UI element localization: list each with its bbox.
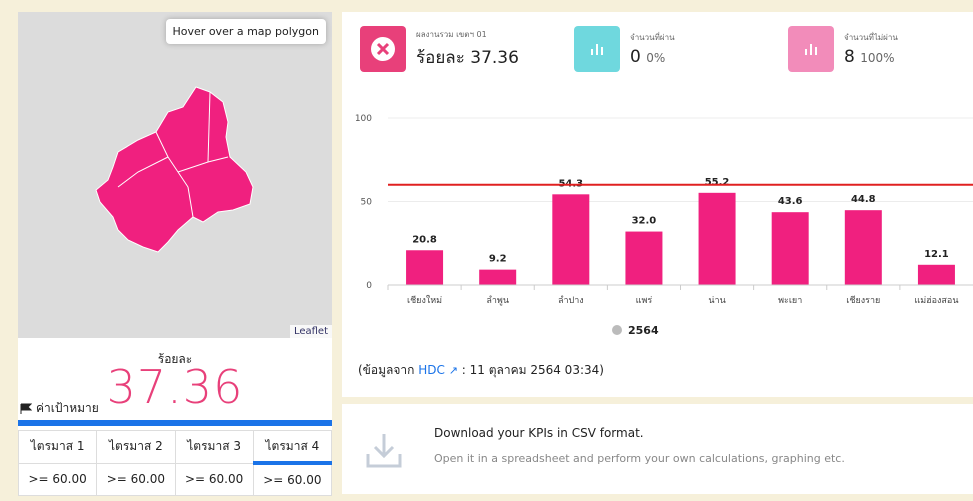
download-icon[interactable] — [364, 430, 404, 470]
quarter-value: >= 60.00 — [17, 462, 98, 496]
chart-panel: ผลงานรวม เขตฯ 01 ร้อยละ 37.36 จำนวนที่ผ่… — [342, 12, 973, 397]
province-polygon[interactable] — [95, 86, 254, 253]
x-tick-label: แม่ฮ่องสอน — [914, 296, 958, 306]
quarter-header: ไตรมาส 4 — [252, 430, 333, 464]
stat-label: จำนวนที่ไม่ผ่าน — [844, 33, 898, 42]
stat-value: ร้อยละ 37.36 — [416, 47, 519, 68]
left-panel: Hover over a map polygon Leaflet ร้อยละ … — [17, 12, 333, 496]
quarter-header: ไตรมาส 2 — [96, 430, 176, 464]
bar — [625, 231, 663, 285]
quarter-header: ไตรมาส 3 — [174, 430, 254, 464]
x-tick-label: ลำพูน — [486, 295, 509, 306]
data-label: 9.2 — [489, 254, 507, 265]
flag-icon — [20, 403, 32, 414]
close-icon — [360, 26, 406, 72]
bar — [917, 264, 955, 285]
x-tick-label: น่าน — [708, 296, 725, 306]
stat-percent: 0% — [646, 51, 666, 65]
bar — [844, 210, 882, 285]
map[interactable]: Hover over a map polygon Leaflet — [18, 12, 332, 338]
target: ค่าเป้าหมาย — [20, 399, 99, 418]
external-link-icon[interactable]: ↗ — [449, 364, 458, 377]
bar-chart-icon — [574, 26, 620, 72]
download-subtitle: Open it in a spreadsheet and perform you… — [434, 452, 845, 465]
source-suffix: : 11 ตุลาคม 2564 03:34) — [461, 363, 604, 377]
region-polygons[interactable] — [18, 12, 332, 338]
target-label: ค่าเป้าหมาย — [36, 401, 99, 415]
quarter-bar — [18, 420, 332, 426]
data-label: 43.6 — [778, 196, 803, 207]
y-tick-label: 50 — [361, 198, 373, 208]
stat-percent: 100% — [860, 51, 895, 65]
bar — [406, 250, 444, 285]
stat-label: จำนวนที่ผ่าน — [630, 33, 675, 42]
quarter-header: ไตรมาส 1 — [17, 430, 98, 464]
legend-label: 2564 — [628, 324, 659, 337]
data-label: 44.8 — [851, 194, 876, 205]
stat-value: 8 — [844, 47, 855, 67]
stat-total: ผลงานรวม เขตฯ 01 ร้อยละ 37.36 — [360, 26, 519, 72]
source-prefix: (ข้อมูลจาก — [358, 363, 415, 377]
source-note: (ข้อมูลจาก HDC ↗ : 11 ตุลาคม 2564 03:34) — [358, 361, 604, 380]
data-label: 55.2 — [705, 177, 730, 188]
data-label: 32.0 — [632, 216, 657, 227]
download-title[interactable]: Download your KPIs in CSV format. — [434, 426, 644, 440]
y-tick-label: 100 — [355, 114, 372, 124]
quarter-value: >= 60.00 — [174, 462, 254, 496]
bar — [552, 194, 590, 285]
x-tick-label: เชียงใหม่ — [407, 295, 442, 306]
quarter-value: >= 60.00 — [96, 462, 176, 496]
x-tick-label: พะเยา — [778, 296, 802, 306]
legend-marker — [612, 325, 622, 335]
hdc-link[interactable]: HDC — [418, 363, 445, 377]
stat-value: 0 — [630, 47, 641, 67]
leaflet-attribution[interactable]: Leaflet — [289, 325, 332, 338]
data-label: 20.8 — [412, 234, 437, 245]
bar — [698, 192, 736, 285]
stat-fail: จำนวนที่ไม่ผ่าน 8 100% — [788, 26, 898, 72]
download-panel: Download your KPIs in CSV format. Open i… — [342, 404, 973, 494]
hover-hint: Hover over a map polygon — [165, 19, 326, 44]
bar — [479, 269, 517, 285]
bar-chart: 05010020.8เชียงใหม่9.2ลำพูน54.3ลำปาง32.0… — [355, 114, 973, 337]
data-label: 12.1 — [924, 249, 949, 260]
bar-chart-icon — [788, 26, 834, 72]
x-tick-label: ลำปาง — [558, 295, 584, 306]
x-tick-label: แพร่ — [636, 296, 653, 306]
y-tick-label: 0 — [366, 281, 372, 291]
quarter-table: ไตรมาส 1 ไตรมาส 2 ไตรมาส 3 ไตรมาส 4 >= 6… — [17, 430, 333, 496]
stat-pass: จำนวนที่ผ่าน 0 0% — [574, 26, 675, 72]
bar — [771, 212, 809, 285]
x-tick-label: เชียงราย — [846, 295, 880, 306]
quarter-value: >= 60.00 — [252, 461, 333, 496]
stat-label: ผลงานรวม เขตฯ 01 — [416, 29, 487, 39]
